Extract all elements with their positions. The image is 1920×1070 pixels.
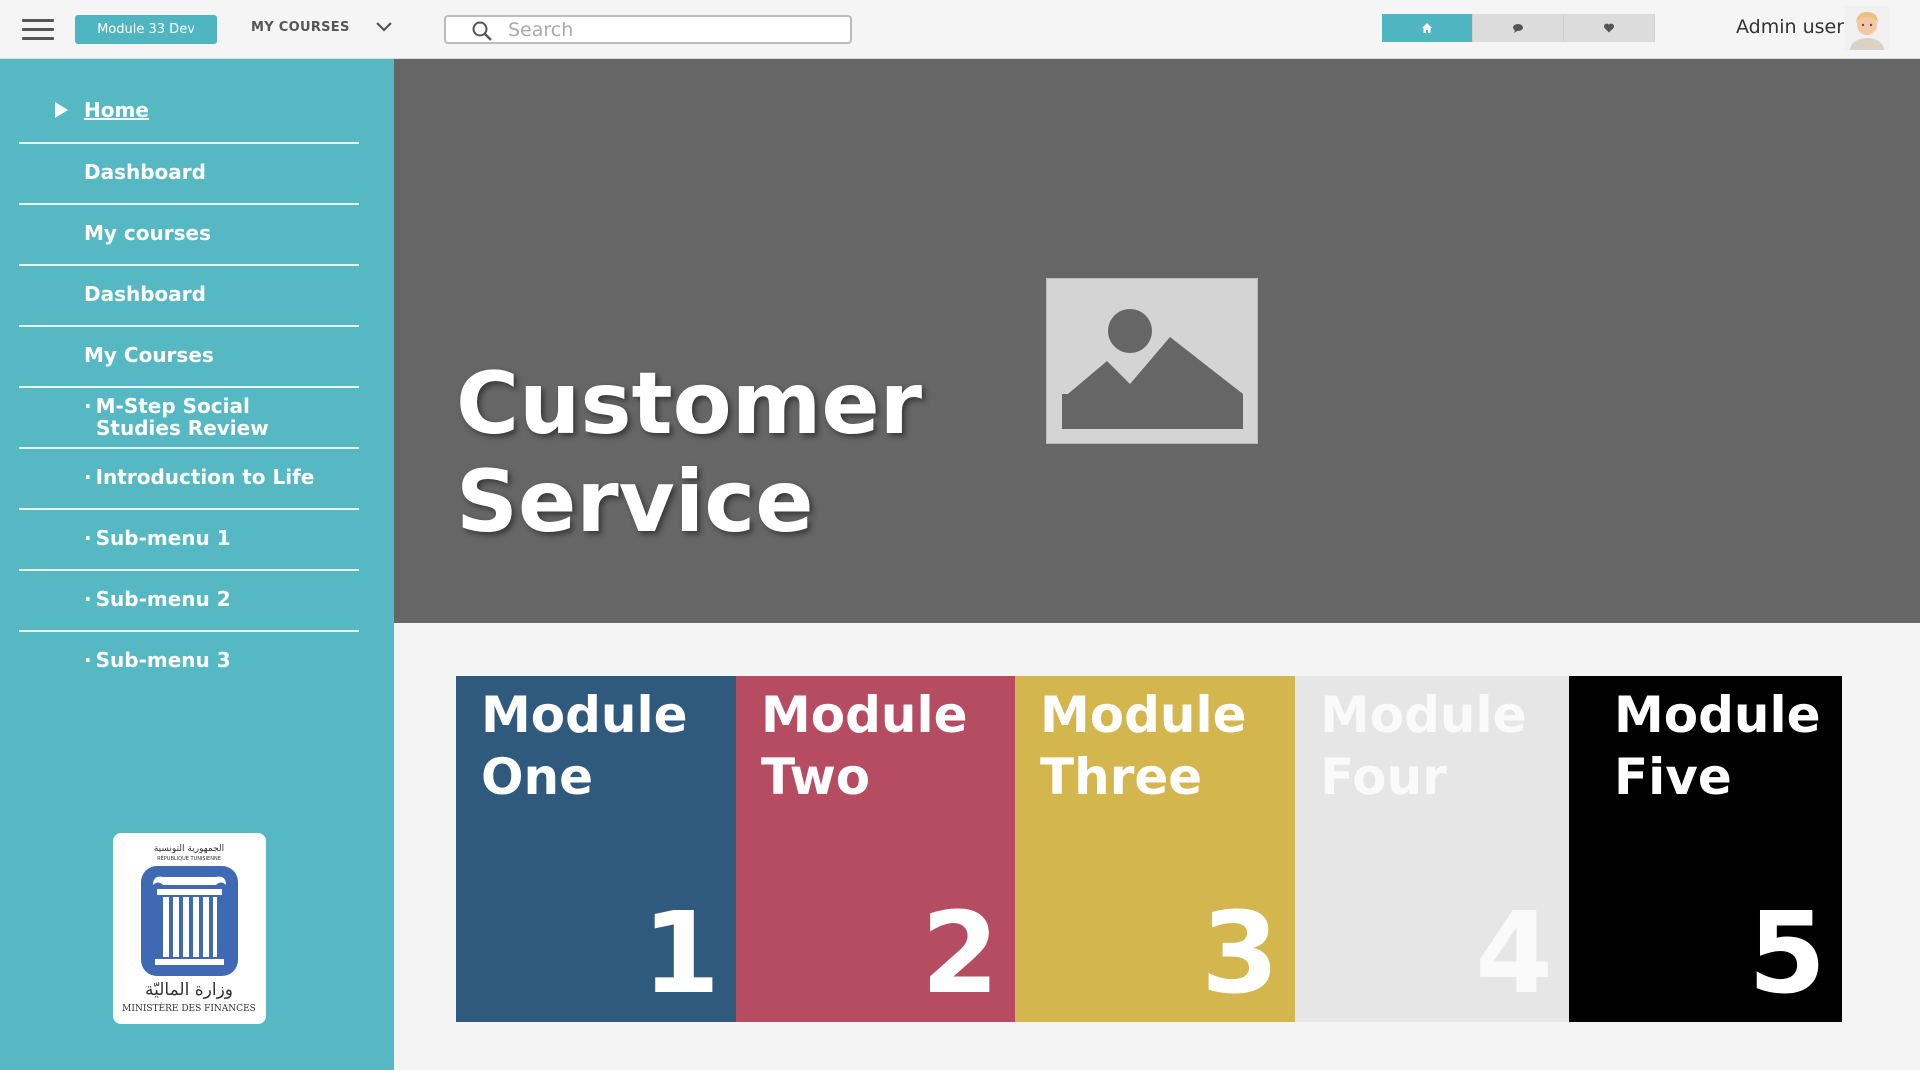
sidebar-item-label: My courses — [84, 221, 211, 245]
sidebar-item-label: Sub-menu 1 — [84, 526, 231, 550]
sidebar-item-label: Dashboard — [84, 160, 206, 184]
module-title-line1: Module — [1614, 686, 1821, 744]
sidebar-item-label: Dashboard — [84, 282, 206, 306]
module-title: Module Three — [1040, 684, 1247, 808]
module-number: 4 — [1475, 889, 1553, 1019]
play-arrow-icon — [55, 102, 68, 118]
tab-messages[interactable] — [1473, 14, 1564, 42]
sidebar-item-label: Sub-menu 3 — [84, 648, 231, 672]
tab-favorites[interactable] — [1564, 14, 1655, 42]
ministry-logo: الجمهورية التونسية RÉPUBLIQUE TUNISIENNE… — [113, 833, 266, 1024]
sidebar-item-my-courses[interactable]: My courses — [19, 205, 359, 266]
module-tile-2[interactable]: Module Two 2 — [736, 676, 1015, 1022]
sidebar: Home Dashboard My courses Dashboard My C… — [0, 59, 394, 1070]
logo-arabic-top: الجمهورية التونسية — [154, 844, 224, 854]
module-title-line2: Four — [1320, 748, 1447, 806]
sidebar-item-label: M-Step SocialStudies Review — [84, 395, 269, 439]
sidebar-item-dashboard-2[interactable]: Dashboard — [19, 266, 359, 327]
sidebar-item-introduction[interactable]: Introduction to Life — [19, 449, 359, 510]
module-title: Module Four — [1320, 684, 1527, 808]
page-title-line2: Service — [456, 452, 814, 552]
module-title: Module Five — [1614, 684, 1821, 808]
top-bar: Module 33 Dev MY COURSES Admin user — [0, 0, 1920, 59]
ministry-emblem-icon: الجمهورية التونسية RÉPUBLIQUE TUNISIENNE… — [122, 844, 256, 1014]
sidebar-item-m-step[interactable]: M-Step SocialStudies Review — [19, 388, 359, 449]
sidebar-item-label: My Courses — [84, 343, 214, 367]
module-title-line2: Three — [1040, 748, 1203, 806]
sidebar-item-submenu-2[interactable]: Sub-menu 2 — [19, 571, 359, 632]
module-number: 3 — [1201, 889, 1279, 1019]
user-name[interactable]: Admin user — [1736, 15, 1844, 39]
hero-banner: Customer Service — [394, 59, 1920, 623]
tab-home[interactable] — [1382, 14, 1473, 42]
my-courses-menu[interactable]: MY COURSES — [251, 18, 350, 38]
page-title-line1: Customer — [456, 354, 923, 454]
chat-icon — [1513, 24, 1523, 33]
sidebar-item-label: Introduction to Life — [84, 465, 315, 489]
module-tile-1[interactable]: Module One 1 — [456, 676, 736, 1022]
logo-arabic-bottom: وزارة الماليّة — [145, 980, 233, 1000]
avatar-image — [1845, 6, 1889, 50]
module-tile-4[interactable]: Module Four 4 — [1295, 676, 1569, 1022]
module-title-line1: Module — [761, 686, 968, 744]
image-placeholder-icon — [1046, 278, 1258, 444]
page-title: Customer Service — [456, 355, 922, 551]
sidebar-item-submenu-1[interactable]: Sub-menu 1 — [19, 510, 359, 571]
sidebar-item-label: Sub-menu 2 — [84, 587, 231, 611]
module-number: 2 — [921, 889, 999, 1019]
module-title-line1: Module — [1040, 686, 1247, 744]
sidebar-item-submenu-3[interactable]: Sub-menu 3 — [19, 632, 359, 693]
sidebar-item-label: Home — [84, 98, 149, 122]
module-number: 5 — [1748, 889, 1826, 1019]
sidebar-item-dashboard[interactable]: Dashboard — [19, 144, 359, 205]
site-badge-button[interactable]: Module 33 Dev — [75, 15, 217, 44]
sidebar-item-my-courses-2[interactable]: My Courses — [19, 327, 359, 388]
module-tile-3[interactable]: Module Three 3 — [1015, 676, 1295, 1022]
logo-french-top: RÉPUBLIQUE TUNISIENNE — [157, 854, 221, 862]
sidebar-item-home[interactable]: Home — [19, 92, 359, 144]
module-title: Module One — [481, 684, 688, 808]
search-icon[interactable] — [471, 20, 493, 42]
search-box — [444, 15, 852, 44]
module-number: 1 — [642, 889, 720, 1019]
sidebar-item-label-line2: Studies Review — [96, 416, 269, 440]
module-title-line2: One — [481, 748, 594, 806]
sidebar-item-label-line1: M-Step Social — [95, 394, 250, 418]
chevron-down-icon[interactable] — [374, 17, 394, 37]
module-title-line2: Two — [761, 748, 871, 806]
module-title-line1: Module — [481, 686, 688, 744]
home-icon — [1422, 23, 1432, 33]
module-title-line1: Module — [1320, 686, 1527, 744]
avatar[interactable] — [1845, 6, 1889, 50]
logo-french-bottom: MINISTÈRE DES FINANCES — [122, 1002, 256, 1014]
nav-tabs — [1382, 14, 1655, 42]
module-title: Module Two — [761, 684, 968, 808]
search-input[interactable] — [508, 19, 838, 41]
heart-icon — [1603, 23, 1615, 33]
module-tile-5[interactable]: Module Five 5 — [1569, 676, 1842, 1022]
module-title-line2: Five — [1614, 748, 1732, 806]
hamburger-menu-icon[interactable] — [22, 19, 54, 41]
